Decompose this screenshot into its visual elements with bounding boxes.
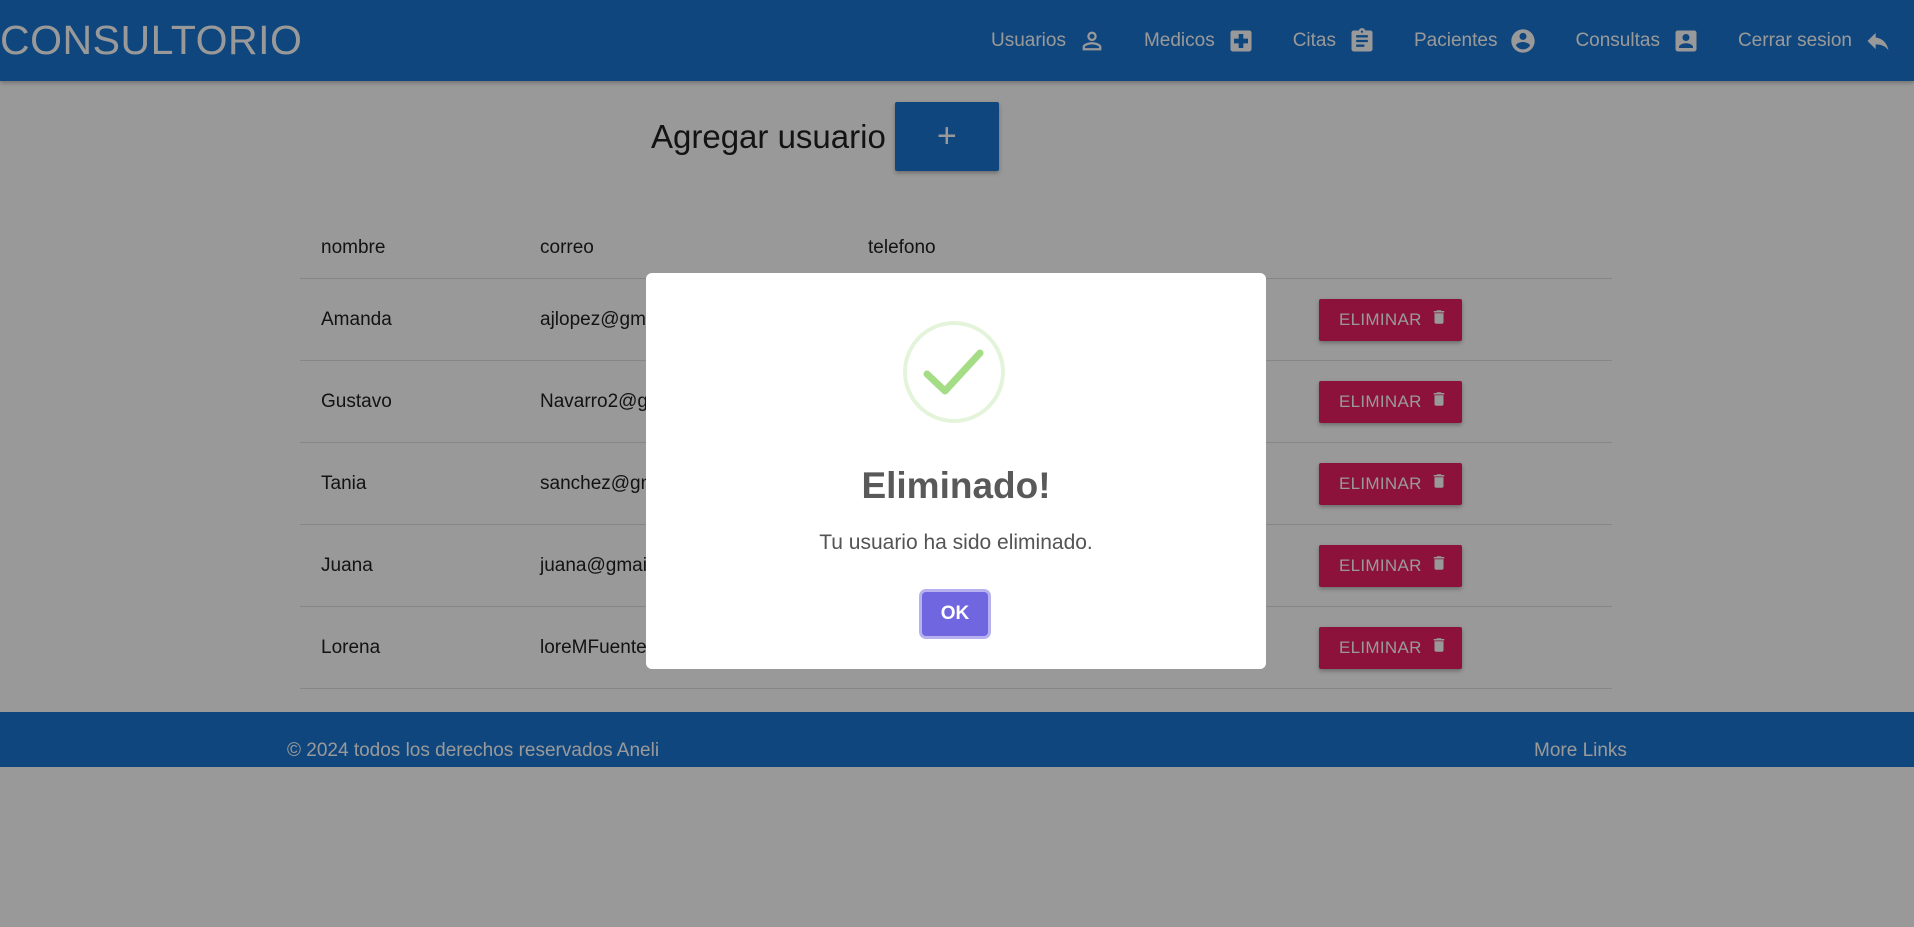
dialog-title: Eliminado! [861,465,1051,506]
success-check-icon [903,321,1005,423]
dialog-message: Tu usuario ha sido eliminado. [819,531,1093,554]
ok-button[interactable]: OK [922,592,988,636]
success-dialog: Eliminado! Tu usuario ha sido eliminado.… [646,273,1266,669]
